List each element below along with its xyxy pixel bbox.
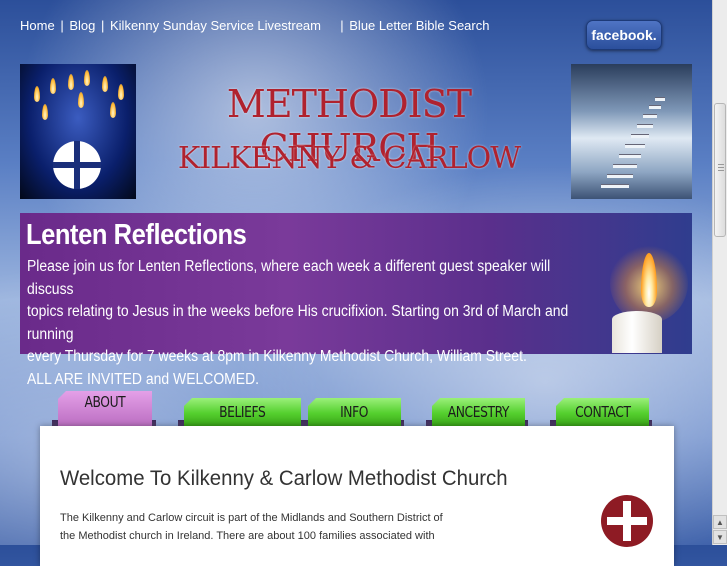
top-nav: Home | Blog | Kilkenny Sunday Service Li… bbox=[20, 18, 489, 33]
tab-ancestry[interactable]: ANCESTRY bbox=[432, 398, 525, 426]
tab-info[interactable]: INFO bbox=[308, 398, 401, 426]
cross-icon bbox=[53, 141, 101, 189]
candle-image bbox=[610, 243, 688, 353]
tab-beliefs[interactable]: BELIEFS bbox=[184, 398, 301, 426]
intro-text: The Kilkenny and Carlow circuit is part … bbox=[60, 509, 490, 545]
lenten-banner: Lenten Reflections Please join us for Le… bbox=[20, 213, 692, 388]
scroll-up-arrow-icon[interactable]: ▲ bbox=[713, 515, 727, 529]
nav-separator: | bbox=[60, 18, 64, 33]
vertical-scrollbar[interactable]: ▲ ▼ bbox=[712, 0, 727, 545]
banner-text: Please join us for Lenten Reflections, w… bbox=[27, 256, 590, 391]
nav-separator: | bbox=[340, 18, 344, 33]
nav-blog-link[interactable]: Blog bbox=[69, 18, 95, 33]
nav-livestream-link[interactable]: Kilkenny Sunday Service Livestream bbox=[110, 18, 321, 33]
tab-label: ANCESTRY bbox=[447, 403, 510, 421]
tab-contact[interactable]: CONTACT bbox=[556, 398, 649, 426]
banner-text-line: ALL ARE INVITED and WELCOMED. bbox=[27, 370, 260, 388]
methodist-cross-logo-icon bbox=[601, 495, 653, 547]
scrollbar-thumb[interactable] bbox=[714, 103, 726, 237]
candles-image bbox=[20, 64, 136, 199]
nav-separator: | bbox=[100, 18, 105, 33]
banner-text-line: topics relating to Jesus in the weeks be… bbox=[27, 303, 569, 343]
intro-text-line: the Methodist church in Ireland. There a… bbox=[60, 530, 435, 542]
banner-text-line: Please join us for Lenten Reflections, w… bbox=[27, 258, 551, 298]
intro-text-line: The Kilkenny and Carlow circuit is part … bbox=[60, 512, 443, 524]
banner-text-line: every Thursday for 7 weeks at 8pm in Kil… bbox=[27, 348, 527, 365]
content-panel: Welcome To Kilkenny & Carlow Methodist C… bbox=[40, 426, 674, 566]
stairway-image bbox=[571, 64, 692, 199]
nav-home-link[interactable]: Home bbox=[20, 18, 55, 33]
tab-label: INFO bbox=[340, 403, 369, 421]
nav-bible-search-link[interactable]: Blue Letter Bible Search bbox=[349, 18, 489, 33]
tab-label: BELIEFS bbox=[219, 403, 266, 421]
tab-label: CONTACT bbox=[574, 403, 631, 421]
tab-label: ABOUT bbox=[84, 393, 126, 411]
facebook-button[interactable]: facebook. bbox=[586, 20, 662, 50]
church-subtitle: KILKENNY & CARLOW bbox=[177, 141, 521, 176]
banner-title: Lenten Reflections bbox=[26, 219, 247, 251]
page: Home | Blog | Kilkenny Sunday Service Li… bbox=[0, 0, 712, 566]
page-heading: Welcome To Kilkenny & Carlow Methodist C… bbox=[60, 467, 508, 490]
scroll-down-arrow-icon[interactable]: ▼ bbox=[713, 530, 727, 544]
